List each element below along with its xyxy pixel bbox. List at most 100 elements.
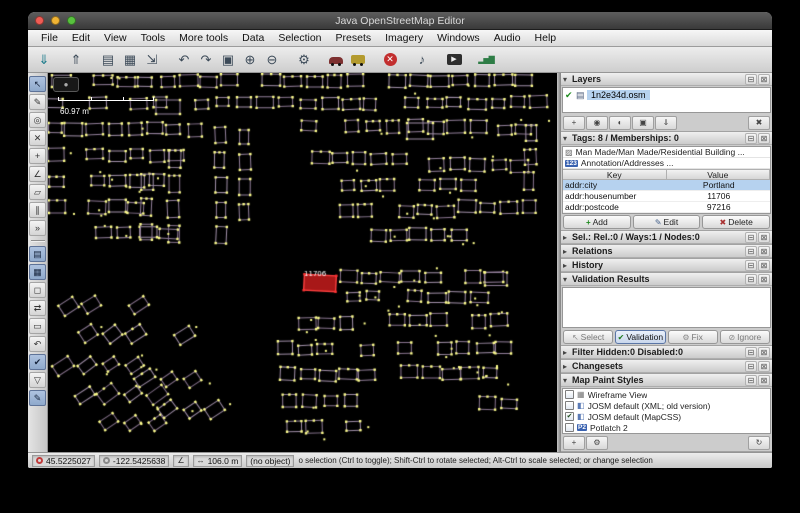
collapse-icon[interactable]: ▾	[563, 376, 572, 385]
style-checkbox[interactable]	[565, 423, 574, 432]
menu-file[interactable]: File	[34, 32, 65, 44]
close-icon[interactable]: ⊠	[758, 232, 770, 243]
add-style-button[interactable]: +	[563, 436, 585, 450]
select-tool[interactable]: ↖	[29, 76, 46, 92]
style-row[interactable]: P2Potlatch 2	[563, 422, 770, 433]
collapse-icon[interactable]: ▾	[563, 275, 572, 284]
tags-header[interactable]: ▾ Tags: 8 / Memberships: 0 ⊟ ⊠	[561, 132, 772, 145]
zoom-tool[interactable]: ◎	[29, 112, 46, 128]
layer-name[interactable]: 1n2e34d.osm	[587, 90, 650, 100]
movie-button[interactable]: ▶	[443, 49, 465, 71]
cancel-button[interactable]: ✕	[379, 49, 401, 71]
mappaint-toggle[interactable]: ✎	[29, 390, 46, 406]
menu-audio[interactable]: Audio	[487, 32, 528, 44]
preset-row-addresses[interactable]: 123 Annotation/Addresses ...	[563, 158, 770, 169]
car-button[interactable]	[325, 49, 347, 71]
collapse-icon[interactable]: ▸	[563, 233, 572, 242]
parallel-tool[interactable]: ∥	[29, 202, 46, 218]
sticky-icon[interactable]: ⊟	[745, 232, 757, 243]
save-button[interactable]: ▦	[119, 49, 141, 71]
angle-tool[interactable]: ∠	[29, 166, 46, 182]
copy-button[interactable]: ▣	[217, 49, 239, 71]
close-icon[interactable]: ⊠	[758, 133, 770, 144]
menu-selection[interactable]: Selection	[271, 32, 328, 44]
preferences-button[interactable]: ⚙	[293, 49, 315, 71]
map-scroller-widget[interactable]: ●	[53, 77, 79, 92]
validation-header[interactable]: ▾ Validation Results ⊟ ⊠	[561, 273, 772, 286]
key-column-header[interactable]: Key	[563, 169, 667, 180]
improve-accuracy-tool[interactable]: +	[29, 148, 46, 164]
add-tag-button[interactable]: + Add	[563, 215, 631, 229]
menu-data[interactable]: Data	[235, 32, 271, 44]
map-view[interactable]: ● 60.97 m	[48, 73, 557, 452]
value-column-header[interactable]: Value	[667, 169, 771, 180]
style-checkbox[interactable]: ✔	[565, 412, 574, 421]
minimap-toggle[interactable]: ▭	[29, 318, 46, 334]
collapse-icon[interactable]: ▸	[563, 247, 572, 256]
map-paint-styles-header[interactable]: ▾ Map Paint Styles ⊟ ⊠	[561, 374, 772, 387]
tag-row[interactable]: addr:cityPortland	[563, 180, 770, 191]
close-icon[interactable]: ⊠	[758, 74, 770, 85]
add-layer-button[interactable]: +	[563, 116, 585, 130]
validation-toggle[interactable]: ✔	[29, 354, 46, 370]
collapse-icon[interactable]: ▸	[563, 261, 572, 270]
validation-results-list[interactable]	[562, 287, 771, 328]
menu-more-tools[interactable]: More tools	[172, 32, 235, 44]
tag-row[interactable]: addr:postcode97216	[563, 202, 770, 213]
style-checkbox[interactable]	[565, 390, 574, 399]
layers-toggle[interactable]: ▤	[29, 246, 46, 262]
menu-edit[interactable]: Edit	[65, 32, 97, 44]
sticky-icon[interactable]: ⊟	[745, 274, 757, 285]
duplicate-layer-button[interactable]: ▣	[632, 116, 654, 130]
collapse-icon[interactable]: ▸	[563, 348, 572, 357]
style-checkbox[interactable]	[565, 401, 574, 410]
undo-button[interactable]: ↶	[173, 49, 195, 71]
layers-header[interactable]: ▾ Layers ⊟ ⊠	[561, 73, 772, 86]
selection-toggle[interactable]: ◻	[29, 282, 46, 298]
zoom-in-button[interactable]: ⊕	[239, 49, 261, 71]
delete-layer-button[interactable]: ✖	[748, 116, 770, 130]
changesets-header[interactable]: ▸ Changesets ⊟ ⊠	[561, 360, 772, 373]
chart-button[interactable]: ▂▅▇	[475, 49, 497, 71]
open-button[interactable]: ▤	[97, 49, 119, 71]
close-icon[interactable]: ⊠	[758, 361, 770, 372]
filter-header[interactable]: ▸ Filter Hidden:0 Disabled:0 ⊟ ⊠	[561, 346, 772, 359]
style-row[interactable]: ◧JOSM default (XML; old version)	[563, 400, 770, 411]
collapse-icon[interactable]: ▾	[563, 134, 572, 143]
close-icon[interactable]: ⊠	[758, 375, 770, 386]
menu-windows[interactable]: Windows	[430, 32, 487, 44]
history-toggle[interactable]: ↶	[29, 336, 46, 352]
history-header[interactable]: ▸ History ⊟ ⊠	[561, 259, 772, 272]
collapse-icon[interactable]: ▾	[563, 75, 572, 84]
layer-row[interactable]: ✔ ▤ 1n2e34d.osm	[563, 88, 770, 102]
close-icon[interactable]: ⊠	[758, 347, 770, 358]
sticky-icon[interactable]: ⊟	[745, 361, 757, 372]
show-hide-layer-button[interactable]: ◉	[586, 116, 608, 130]
validation-button[interactable]: ✔Validation	[615, 330, 665, 344]
close-icon[interactable]: ⊠	[758, 260, 770, 271]
close-icon[interactable]: ⊠	[758, 274, 770, 285]
preset-row-building[interactable]: ▨ Man Made/Man Made/Residential Building…	[563, 147, 770, 158]
menu-view[interactable]: View	[97, 32, 134, 44]
export-button[interactable]: ⇲	[141, 49, 163, 71]
ignore-button[interactable]: ⊘Ignore	[720, 330, 770, 344]
zoom-out-button[interactable]: ⊖	[261, 49, 283, 71]
bus-button[interactable]	[347, 49, 369, 71]
merge-layer-button[interactable]: ⇓	[655, 116, 677, 130]
sticky-icon[interactable]: ⊟	[745, 133, 757, 144]
menu-presets[interactable]: Presets	[329, 32, 379, 44]
relations-header[interactable]: ▸ Relations ⊟ ⊠	[561, 245, 772, 258]
delete-tag-button[interactable]: ✖ Delete	[702, 215, 770, 229]
sticky-icon[interactable]: ⊟	[745, 260, 757, 271]
delete-tool[interactable]: ✕	[29, 130, 46, 146]
style-settings-button[interactable]: ⚙	[586, 436, 608, 450]
close-icon[interactable]: ⊠	[758, 246, 770, 257]
redo-button[interactable]: ↷	[195, 49, 217, 71]
sticky-icon[interactable]: ⊟	[745, 375, 757, 386]
sticky-icon[interactable]: ⊟	[745, 347, 757, 358]
draw-node-tool[interactable]: ✎	[29, 94, 46, 110]
extrude-tool[interactable]: ▱	[29, 184, 46, 200]
tag-row[interactable]: addr:housenumber11706	[563, 191, 770, 202]
layer-active-icon[interactable]: ✔	[565, 90, 576, 101]
map-canvas[interactable]	[48, 73, 556, 452]
